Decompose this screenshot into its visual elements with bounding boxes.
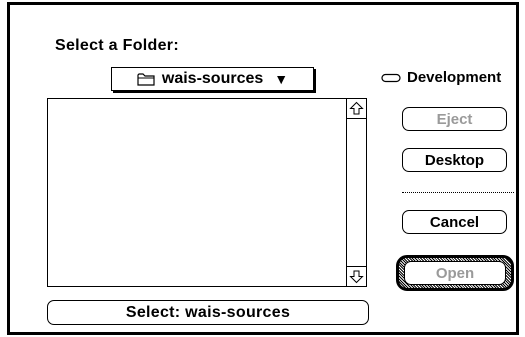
select-folder-dialog: Select a Folder: wais-sources ▼ Developm…	[7, 2, 519, 335]
scroll-down-arrow-icon[interactable]	[347, 266, 366, 286]
select-folder-button[interactable]: Select: wais-sources	[47, 300, 369, 325]
scroll-up-arrow-icon[interactable]	[347, 99, 366, 119]
desktop-button[interactable]: Desktop	[402, 148, 507, 172]
folder-file-list[interactable]	[47, 98, 367, 287]
disk-icon	[381, 73, 401, 83]
popup-arrow-icon: ▼	[274, 71, 289, 87]
open-button[interactable]: Open	[404, 261, 506, 285]
folder-icon	[137, 72, 155, 86]
folder-popup-menu[interactable]: wais-sources ▼	[111, 67, 314, 91]
popup-folder-name: wais-sources	[161, 70, 264, 87]
volume-name: Development	[407, 69, 502, 86]
button-separator	[402, 192, 514, 193]
eject-button[interactable]: Eject	[402, 107, 507, 131]
dialog-title: Select a Folder:	[55, 37, 179, 54]
volume-label: Development	[381, 69, 501, 86]
cancel-button[interactable]: Cancel	[402, 210, 507, 234]
vertical-scrollbar[interactable]	[346, 99, 366, 286]
default-button-ring: Open	[396, 255, 514, 291]
